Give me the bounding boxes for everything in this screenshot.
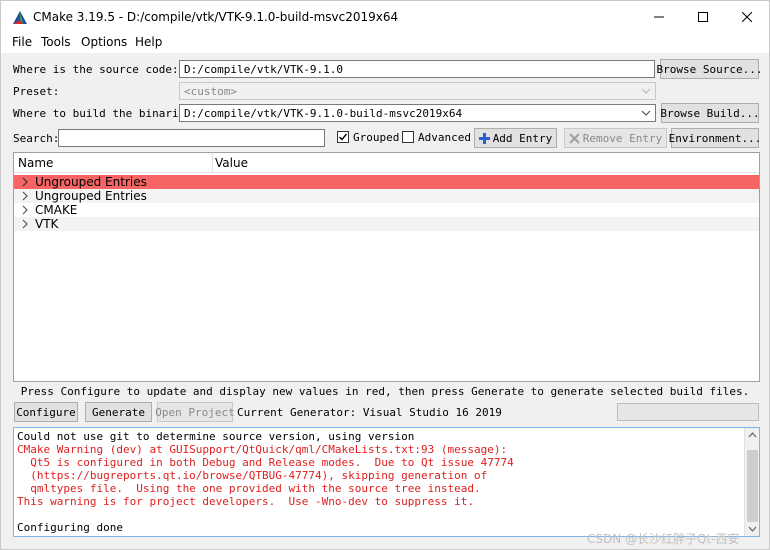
configure-hint: Press Configure to update and display ne… bbox=[20, 385, 750, 398]
search-label: Search: bbox=[13, 132, 60, 145]
scrollbar-thumb[interactable] bbox=[747, 450, 758, 522]
chevron-down-icon bbox=[641, 88, 651, 94]
tree-row-ungrouped[interactable]: Ungrouped Entries bbox=[14, 189, 759, 203]
build-select[interactable]: D:/compile/vtk/VTK-9.1.0-build-msvc2019x… bbox=[179, 104, 656, 122]
build-value: D:/compile/vtk/VTK-9.1.0-build-msvc2019x… bbox=[184, 107, 463, 120]
output-line: Could not use git to determine source ve… bbox=[17, 430, 415, 443]
grouped-label: Grouped bbox=[353, 131, 400, 144]
preset-value: <custom> bbox=[184, 85, 237, 98]
menu-file[interactable]: File bbox=[12, 35, 32, 49]
output-line: CMake Warning (dev) at GUISupport/QtQuic… bbox=[17, 443, 508, 456]
column-value-header[interactable]: Value bbox=[215, 156, 248, 170]
source-label: Where is the source code: bbox=[13, 63, 179, 76]
search-input[interactable] bbox=[58, 129, 325, 147]
browse-build-button[interactable]: Browse Build... bbox=[660, 103, 760, 123]
checkmark-icon bbox=[339, 133, 348, 141]
output-line: Configuring done bbox=[17, 521, 123, 534]
output-line: This warning is for project developers. … bbox=[17, 495, 474, 508]
source-field[interactable]: D:/compile/vtk/VTK-9.1.0 bbox=[179, 60, 655, 78]
preset-select[interactable]: <custom> bbox=[179, 82, 656, 100]
chevron-right-icon[interactable] bbox=[20, 204, 30, 216]
tree-row-label: VTK bbox=[35, 217, 59, 231]
watermark-text: CSDN @长沙红胖子Qt-西安 bbox=[587, 532, 740, 546]
build-label: Where to build the binaries: bbox=[13, 107, 199, 120]
chevron-right-icon[interactable] bbox=[20, 190, 30, 202]
close-icon bbox=[742, 12, 752, 22]
column-separator[interactable] bbox=[212, 153, 213, 173]
tree-row-label: Ungrouped Entries bbox=[35, 189, 147, 203]
add-entry-icon bbox=[478, 132, 490, 144]
preset-label: Preset: bbox=[13, 85, 60, 98]
minimize-button[interactable] bbox=[637, 1, 681, 33]
menu-options[interactable]: Options bbox=[81, 35, 127, 49]
add-entry-label: Add Entry bbox=[492, 131, 553, 145]
advanced-checkbox[interactable] bbox=[402, 131, 414, 143]
output-line: qmltypes file. Using the one provided wi… bbox=[17, 482, 481, 495]
advanced-label: Advanced bbox=[418, 131, 471, 144]
menu-tools[interactable]: Tools bbox=[41, 35, 71, 49]
column-name-header[interactable]: Name bbox=[18, 156, 53, 170]
grouped-checkbox[interactable] bbox=[337, 131, 349, 143]
environment-button[interactable]: Environment... bbox=[669, 128, 761, 148]
current-generator: Current Generator: Visual Studio 16 2019 bbox=[237, 406, 502, 419]
source-value: D:/compile/vtk/VTK-9.1.0 bbox=[184, 63, 343, 76]
tree-row-vtk[interactable]: VTK bbox=[14, 217, 759, 231]
chevron-right-icon[interactable] bbox=[20, 176, 30, 188]
minimize-icon bbox=[654, 16, 664, 18]
add-entry-button[interactable]: Add Entry bbox=[474, 128, 557, 148]
menu-bar: File Tools Options Help bbox=[1, 33, 769, 53]
tree-row-cmake[interactable]: CMAKE bbox=[14, 203, 759, 217]
cmake-triangle-icon bbox=[13, 11, 27, 24]
open-project-button[interactable]: Open Project bbox=[155, 402, 235, 422]
tree-header: Name Value bbox=[14, 153, 759, 173]
generate-button[interactable]: Generate bbox=[85, 402, 152, 422]
maximize-icon bbox=[698, 12, 708, 22]
output-log[interactable]: Could not use git to determine source ve… bbox=[13, 427, 760, 537]
output-scrollbar[interactable] bbox=[744, 428, 759, 536]
remove-entry-icon bbox=[569, 132, 580, 144]
output-line: (https://bugreports.qt.io/browse/QTBUG-4… bbox=[17, 469, 488, 482]
scroll-down-icon[interactable] bbox=[748, 526, 757, 532]
cmake-window: CMake 3.19.5 - D:/compile/vtk/VTK-9.1.0-… bbox=[0, 0, 770, 550]
remove-entry-label: Remove Entry bbox=[582, 131, 663, 145]
configure-button[interactable]: Configure bbox=[14, 402, 78, 422]
chevron-down-icon bbox=[641, 110, 651, 116]
browse-source-button[interactable]: Browse Source... bbox=[657, 59, 762, 79]
close-button[interactable] bbox=[725, 1, 769, 33]
tree-row-label: Ungrouped Entries bbox=[35, 175, 147, 189]
tree-row-label: CMAKE bbox=[35, 203, 78, 217]
progress-bar bbox=[617, 403, 759, 421]
title-bar: CMake 3.19.5 - D:/compile/vtk/VTK-9.1.0-… bbox=[1, 1, 769, 33]
scroll-up-icon[interactable] bbox=[748, 432, 757, 438]
remove-entry-button[interactable]: Remove Entry bbox=[564, 128, 667, 148]
maximize-button[interactable] bbox=[681, 1, 725, 33]
cache-tree[interactable]: Name Value Ungrouped Entries Ungrouped E… bbox=[13, 152, 760, 382]
window-title: CMake 3.19.5 - D:/compile/vtk/VTK-9.1.0-… bbox=[33, 10, 399, 24]
tree-row-ungrouped-new[interactable]: Ungrouped Entries bbox=[14, 175, 759, 189]
chevron-right-icon[interactable] bbox=[20, 218, 30, 230]
output-line: Qt5 is configured in both Debug and Rele… bbox=[17, 456, 514, 469]
menu-help[interactable]: Help bbox=[135, 35, 162, 49]
